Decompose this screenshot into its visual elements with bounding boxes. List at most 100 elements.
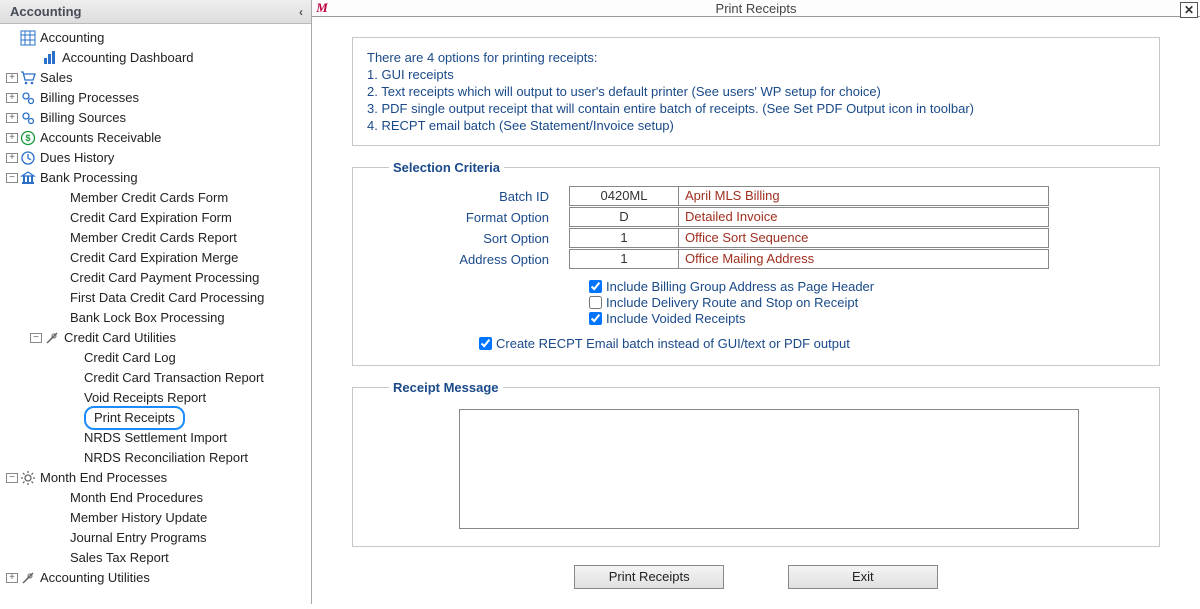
tree-item-label: Member Credit Cards Report (70, 228, 237, 248)
content: There are 4 options for printing receipt… (312, 17, 1200, 609)
tree-item-month-end-processes[interactable]: − Month End Processes (0, 468, 311, 488)
check-include-delivery-route-and-stop-on-receipt[interactable]: Include Delivery Route and Stop on Recei… (589, 295, 1123, 310)
checkbox-label: Include Billing Group Address as Page He… (606, 279, 874, 294)
criteria-desc: April MLS Billing (679, 186, 1049, 206)
print-receipts-button[interactable]: Print Receipts (574, 565, 724, 589)
email-batch-checkbox[interactable] (479, 337, 492, 350)
criteria-value-input[interactable]: 0420ML (569, 186, 679, 206)
tree-item-label: Dues History (40, 148, 114, 168)
tree-item-label: Credit Card Expiration Merge (70, 248, 238, 268)
checkbox-label: Include Voided Receipts (606, 311, 745, 326)
tree-item-bank-lock-box-processing[interactable]: Bank Lock Box Processing (0, 308, 311, 328)
receipt-message-textarea[interactable] (459, 409, 1079, 529)
sidebar: Accounting ‹ AccountingAccounting Dashbo… (0, 0, 312, 604)
msg-legend: Receipt Message (389, 380, 503, 395)
nav-tree: AccountingAccounting Dashboard+Sales+Bil… (0, 24, 311, 604)
criteria-desc: Detailed Invoice (679, 207, 1049, 227)
tree-item-sales-tax-report[interactable]: Sales Tax Report (0, 548, 311, 568)
check-include-billing-group-address-as-page-header[interactable]: Include Billing Group Address as Page He… (589, 279, 1123, 294)
tree-item-label: Credit Card Expiration Form (70, 208, 232, 228)
tree-item-label: Credit Card Transaction Report (84, 368, 264, 388)
email-batch-row[interactable]: Create RECPT Email batch instead of GUI/… (479, 336, 1123, 351)
info-opt1: 1. GUI receipts (367, 67, 1145, 82)
tree-item-billing-sources[interactable]: +Billing Sources (0, 108, 311, 128)
tree-item-month-end-procedures[interactable]: Month End Procedures (0, 488, 311, 508)
close-button[interactable]: ✕ (1180, 2, 1198, 18)
tree-item-nrds-reconciliation-report[interactable]: NRDS Reconciliation Report (0, 448, 311, 468)
tree-item-dues-history[interactable]: + Dues History (0, 148, 311, 168)
tree-item-accounting[interactable]: Accounting (0, 28, 311, 48)
email-batch-label: Create RECPT Email batch instead of GUI/… (496, 336, 850, 351)
tree-item-billing-processes[interactable]: +Billing Processes (0, 88, 311, 108)
tree-item-credit-card-transaction-report[interactable]: Credit Card Transaction Report (0, 368, 311, 388)
criteria-label: Address Option (389, 252, 569, 267)
tree-item-label: Sales (40, 68, 73, 88)
tree-item-sales[interactable]: + Sales (0, 68, 311, 88)
tree-item-bank-processing[interactable]: − Bank Processing (0, 168, 311, 188)
tree-item-label: Credit Card Payment Processing (70, 268, 259, 288)
tree-item-accounting-dashboard[interactable]: Accounting Dashboard (0, 48, 311, 68)
criteria-label: Sort Option (389, 231, 569, 246)
tree-item-accounts-receivable[interactable]: +$Accounts Receivable (0, 128, 311, 148)
tree-item-member-credit-cards-report[interactable]: Member Credit Cards Report (0, 228, 311, 248)
gear-icon (20, 470, 36, 486)
sidebar-header: Accounting ‹ (0, 0, 311, 24)
tree-item-member-history-update[interactable]: Member History Update (0, 508, 311, 528)
tree-item-credit-card-utilities[interactable]: − Credit Card Utilities (0, 328, 311, 348)
tree-item-label: Bank Processing (40, 168, 138, 188)
receipt-message: Receipt Message (352, 380, 1160, 547)
criteria-label: Batch ID (389, 189, 569, 204)
gears-icon (20, 90, 36, 106)
tree-item-first-data-credit-card-processing[interactable]: First Data Credit Card Processing (0, 288, 311, 308)
button-row: Print Receipts Exit (352, 565, 1160, 589)
tree-item-void-receipts-report[interactable]: Void Receipts Report (0, 388, 311, 408)
expand-icon[interactable]: + (6, 73, 18, 83)
dollar-icon: $ (20, 130, 36, 146)
tree-item-label: Accounting Dashboard (62, 48, 194, 68)
expand-icon[interactable]: + (6, 153, 18, 163)
criteria-row-sort-option: Sort Option1Office Sort Sequence (389, 228, 1123, 248)
collapse-icon[interactable]: − (6, 173, 18, 183)
expand-icon[interactable]: + (6, 133, 18, 143)
checkbox-label: Include Delivery Route and Stop on Recei… (606, 295, 858, 310)
tree-item-journal-entry-programs[interactable]: Journal Entry Programs (0, 528, 311, 548)
collapse-icon[interactable]: − (30, 333, 42, 343)
tree-item-label: Month End Processes (40, 468, 167, 488)
main-panel: M Print Receipts ✕ There are 4 options f… (312, 0, 1200, 604)
tree-item-label: Print Receipts (84, 406, 185, 430)
check-include-voided-receipts[interactable]: Include Voided Receipts (589, 311, 1123, 326)
tree-item-nrds-settlement-import[interactable]: NRDS Settlement Import (0, 428, 311, 448)
tree-item-label: Credit Card Utilities (64, 328, 176, 348)
sidebar-title: Accounting (10, 4, 82, 19)
clock-icon (20, 150, 36, 166)
tree-item-credit-card-expiration-merge[interactable]: Credit Card Expiration Merge (0, 248, 311, 268)
tools-icon (20, 570, 36, 586)
tree-item-credit-card-payment-processing[interactable]: Credit Card Payment Processing (0, 268, 311, 288)
collapse-icon[interactable]: − (6, 473, 18, 483)
tree-item-credit-card-expiration-form[interactable]: Credit Card Expiration Form (0, 208, 311, 228)
tree-item-label: Sales Tax Report (70, 548, 169, 568)
tree-item-label: Credit Card Log (84, 348, 176, 368)
criteria-value-input[interactable]: D (569, 207, 679, 227)
expand-icon[interactable]: + (6, 93, 18, 103)
exit-button[interactable]: Exit (788, 565, 938, 589)
tree-item-member-credit-cards-form[interactable]: Member Credit Cards Form (0, 188, 311, 208)
criteria-value-input[interactable]: 1 (569, 249, 679, 269)
window-title: Print Receipts (312, 1, 1200, 16)
tree-item-accounting-utilities[interactable]: +Accounting Utilities (0, 568, 311, 588)
criteria-value-input[interactable]: 1 (569, 228, 679, 248)
tree-item-print-receipts[interactable]: Print Receipts (0, 408, 311, 428)
bars-icon (42, 50, 58, 66)
criteria-desc: Office Sort Sequence (679, 228, 1049, 248)
checkbox[interactable] (589, 280, 602, 293)
checkbox[interactable] (589, 312, 602, 325)
checkbox[interactable] (589, 296, 602, 309)
criteria-row-format-option: Format OptionDDetailed Invoice (389, 207, 1123, 227)
criteria-label: Format Option (389, 210, 569, 225)
tree-item-label: Journal Entry Programs (70, 528, 207, 548)
expand-icon[interactable]: + (6, 113, 18, 123)
tools-icon (44, 330, 60, 346)
tree-item-credit-card-log[interactable]: Credit Card Log (0, 348, 311, 368)
expand-icon[interactable]: + (6, 573, 18, 583)
collapse-icon[interactable]: ‹ (299, 5, 303, 19)
